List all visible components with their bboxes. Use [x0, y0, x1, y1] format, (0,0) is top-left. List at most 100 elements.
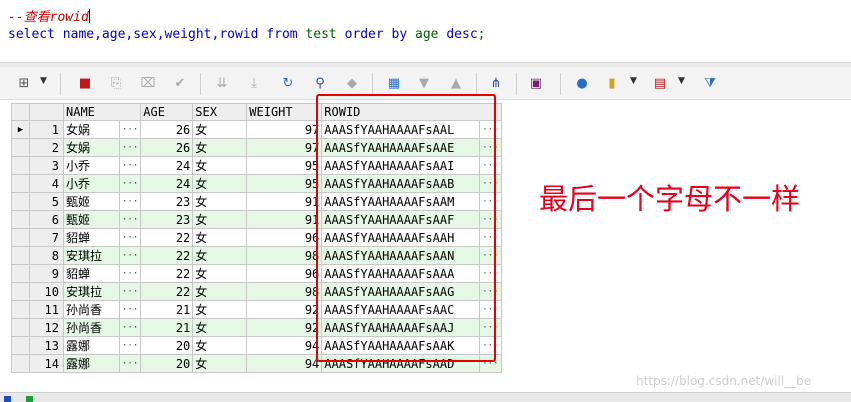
cell-name[interactable]: 女娲 — [63, 138, 120, 157]
grid-corner[interactable] — [11, 103, 30, 121]
row-indicator[interactable] — [11, 300, 30, 319]
cell-sex[interactable]: 女 — [192, 246, 248, 265]
cell-name-editor-button[interactable]: ··· — [118, 354, 142, 373]
cell-weight[interactable]: 94 — [246, 336, 323, 355]
cell-name[interactable]: 孙尚香 — [63, 300, 120, 319]
cell-name[interactable]: 甄姬 — [63, 210, 120, 229]
row-indicator[interactable] — [11, 210, 30, 229]
chevron-down-icon[interactable]: ▼ — [678, 76, 685, 86]
cell-weight[interactable]: 97 — [246, 138, 323, 157]
cell-age[interactable]: 24 — [140, 156, 194, 175]
cell-name-editor-button[interactable]: ··· — [118, 282, 142, 301]
cell-age[interactable]: 24 — [140, 174, 194, 193]
cell-name[interactable]: 小乔 — [63, 174, 120, 193]
row-indicator[interactable] — [11, 264, 30, 283]
cell-sex[interactable]: 女 — [192, 300, 248, 319]
row-number[interactable]: 10 — [29, 282, 64, 301]
cell-age[interactable]: 23 — [140, 210, 194, 229]
cell-name[interactable]: 甄姬 — [63, 192, 120, 211]
row-number[interactable]: 3 — [29, 156, 64, 175]
cell-name[interactable]: 安琪拉 — [63, 282, 120, 301]
cell-weight[interactable]: 97 — [246, 120, 323, 139]
cell-age[interactable]: 21 — [140, 318, 194, 337]
cell-weight[interactable]: 96 — [246, 228, 323, 247]
save-icon[interactable]: ▣ — [526, 73, 546, 93]
cell-sex[interactable]: 女 — [192, 120, 248, 139]
cell-weight[interactable]: 92 — [246, 318, 323, 337]
cell-sex[interactable]: 女 — [192, 192, 248, 211]
clear-icon[interactable]: ◆ — [342, 73, 362, 93]
chevron-down-icon[interactable]: ▼ — [630, 76, 637, 86]
cell-age[interactable]: 21 — [140, 300, 194, 319]
move-down-icon[interactable]: ⇊ — [212, 73, 232, 93]
cell-name-editor-button[interactable]: ··· — [118, 246, 142, 265]
cell-age[interactable]: 22 — [140, 282, 194, 301]
lock-icon[interactable]: ■ — [75, 73, 95, 93]
row-indicator[interactable] — [11, 354, 30, 373]
cell-sex[interactable]: 女 — [192, 210, 248, 229]
table-select-icon[interactable]: ⊞ — [14, 73, 34, 93]
row-indicator[interactable] — [11, 192, 30, 211]
row-number[interactable]: 2 — [29, 138, 64, 157]
cell-name[interactable]: 小乔 — [63, 156, 120, 175]
link-icon[interactable]: ⋔ — [486, 73, 506, 93]
column-header-weight[interactable]: WEIGHT — [246, 103, 323, 121]
cell-name[interactable]: 孙尚香 — [63, 318, 120, 337]
row-indicator[interactable] — [11, 138, 30, 157]
next-icon[interactable]: ▼ — [414, 73, 434, 93]
row-number[interactable]: 12 — [29, 318, 64, 337]
row-number[interactable]: 4 — [29, 174, 64, 193]
row-indicator[interactable] — [11, 228, 30, 247]
cell-age[interactable]: 20 — [140, 336, 194, 355]
cell-weight[interactable]: 98 — [246, 282, 323, 301]
row-indicator[interactable] — [11, 246, 30, 265]
cell-name-editor-button[interactable]: ··· — [118, 336, 142, 355]
column-header-name[interactable]: NAME — [62, 103, 142, 121]
cell-sex[interactable]: 女 — [192, 174, 248, 193]
chevron-down-icon[interactable]: ▼ — [40, 76, 47, 86]
column-header-sex[interactable]: SEX — [192, 103, 248, 121]
cell-sex[interactable]: 女 — [192, 354, 248, 373]
cell-weight[interactable]: 98 — [246, 246, 323, 265]
cell-name[interactable]: 露娜 — [63, 354, 120, 373]
row-indicator[interactable] — [11, 156, 30, 175]
cell-weight[interactable]: 96 — [246, 264, 323, 283]
cell-name[interactable]: 貂蝉 — [63, 264, 120, 283]
row-number[interactable]: 13 — [29, 336, 64, 355]
cell-name-editor-button[interactable]: ··· — [118, 228, 142, 247]
cell-age[interactable]: 26 — [140, 138, 194, 157]
cell-age[interactable]: 22 — [140, 264, 194, 283]
grid-icon[interactable]: ▦ — [384, 73, 404, 93]
row-indicator[interactable]: ▶ — [11, 120, 30, 139]
row-number[interactable]: 11 — [29, 300, 64, 319]
row-number[interactable]: 1 — [29, 120, 64, 139]
cell-sex[interactable]: 女 — [192, 318, 248, 337]
row-indicator[interactable] — [11, 174, 30, 193]
cell-sex[interactable]: 女 — [192, 138, 248, 157]
column-header-age[interactable]: AGE — [140, 103, 194, 121]
cell-age[interactable]: 22 — [140, 246, 194, 265]
find-icon[interactable]: ⚲ — [310, 73, 330, 93]
cell-name-editor-button[interactable]: ··· — [118, 156, 142, 175]
cell-age[interactable]: 23 — [140, 192, 194, 211]
cell-sex[interactable]: 女 — [192, 282, 248, 301]
cell-name-editor-button[interactable]: ··· — [118, 174, 142, 193]
row-indicator[interactable] — [11, 282, 30, 301]
cell-weight[interactable]: 94 — [246, 354, 323, 373]
delete-row-icon[interactable]: ⌧ — [138, 73, 158, 93]
row-number[interactable]: 9 — [29, 264, 64, 283]
cell-sex[interactable]: 女 — [192, 264, 248, 283]
cell-name-editor-button[interactable]: ··· — [118, 138, 142, 157]
cell-name[interactable]: 貂蝉 — [63, 228, 120, 247]
cell-sex[interactable]: 女 — [192, 336, 248, 355]
cell-age[interactable]: 22 — [140, 228, 194, 247]
cell-sex[interactable]: 女 — [192, 228, 248, 247]
cell-name[interactable]: 露娜 — [63, 336, 120, 355]
cell-weight[interactable]: 92 — [246, 300, 323, 319]
cell-weight[interactable]: 91 — [246, 192, 323, 211]
cell-name-editor-button[interactable]: ··· — [118, 192, 142, 211]
refresh-icon[interactable]: ↻ — [278, 73, 298, 93]
move-bottom-icon[interactable]: ⤓ — [244, 73, 264, 93]
cell-weight[interactable]: 95 — [246, 174, 323, 193]
cell-name-editor-button[interactable]: ··· — [118, 318, 142, 337]
